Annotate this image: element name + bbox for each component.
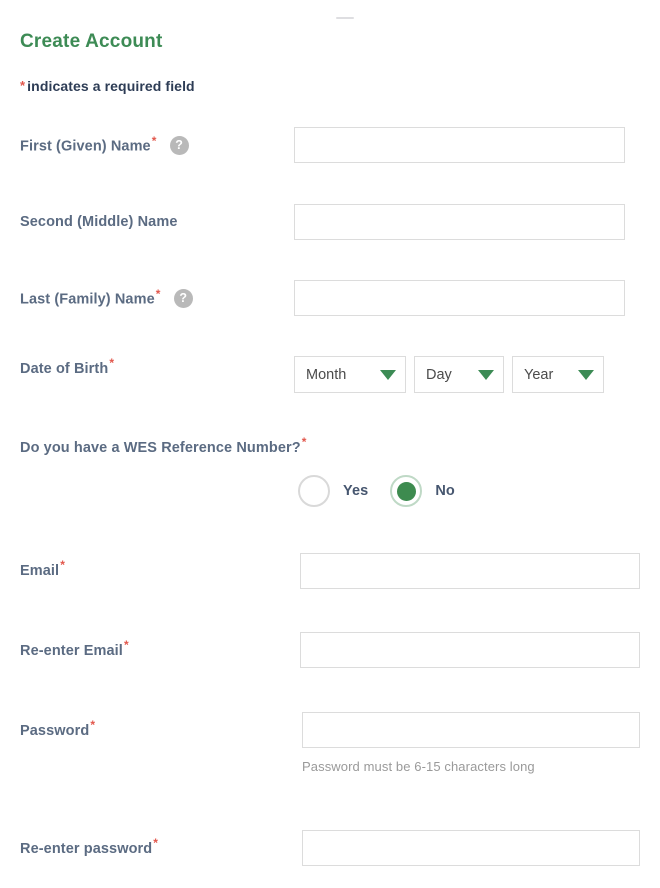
label-wes-reference: Do you have a WES Reference Number?* bbox=[20, 435, 307, 456]
dob-month-select[interactable]: Month bbox=[294, 356, 406, 393]
reenter-email-input[interactable] bbox=[300, 632, 640, 668]
dob-day-value: Day bbox=[426, 366, 452, 383]
wes-reference-radio-group: Yes No bbox=[298, 475, 477, 507]
required-asterisk: * bbox=[60, 558, 65, 573]
dob-day-select[interactable]: Day bbox=[414, 356, 504, 393]
label-reenter-password: Re-enter password* bbox=[20, 836, 159, 857]
required-asterisk: * bbox=[155, 286, 161, 301]
wes-reference-option-no[interactable]: No bbox=[390, 475, 477, 507]
required-asterisk: * bbox=[123, 638, 129, 653]
date-of-birth-selects: Month Day Year bbox=[294, 356, 604, 393]
label-reenter-email: Re-enter Email* bbox=[20, 638, 129, 659]
middle-name-input[interactable] bbox=[294, 204, 625, 240]
required-asterisk: * bbox=[301, 435, 307, 450]
required-asterisk: * bbox=[90, 718, 96, 733]
email-input[interactable] bbox=[300, 553, 640, 589]
wes-reference-option-yes[interactable]: Yes bbox=[298, 475, 390, 507]
first-name-input[interactable] bbox=[294, 127, 625, 163]
radio-yes-label: Yes bbox=[343, 483, 369, 499]
create-account-form: Create Account * indicates a required fie… bbox=[0, 0, 660, 888]
question-mark-icon[interactable]: ? bbox=[169, 136, 189, 155]
dob-year-value: Year bbox=[524, 366, 554, 383]
label-date-of-birth: Date of Birth* bbox=[20, 356, 115, 377]
question-mark-icon[interactable]: ? bbox=[173, 289, 193, 308]
required-asterisk: * bbox=[151, 133, 157, 148]
required-note-label: indicates a required field bbox=[27, 78, 195, 94]
required-asterisk: * bbox=[153, 836, 159, 851]
password-input[interactable] bbox=[302, 712, 640, 748]
chevron-down-icon bbox=[578, 369, 594, 380]
dob-year-select[interactable]: Year bbox=[512, 356, 604, 393]
radio-no[interactable] bbox=[390, 475, 423, 507]
dob-month-value: Month bbox=[306, 366, 347, 383]
label-first-name: First (Given) Name* ? bbox=[20, 133, 189, 156]
last-name-input[interactable] bbox=[294, 280, 625, 316]
chevron-down-icon bbox=[478, 369, 494, 380]
label-email: Email* bbox=[20, 558, 65, 579]
label-last-name: Last (Family) Name* ? bbox=[20, 286, 193, 309]
label-password: Password* bbox=[20, 718, 96, 739]
password-helper-text: Password must be 6-15 characters long bbox=[302, 759, 535, 774]
label-middle-name: Second (Middle) Name bbox=[20, 214, 178, 230]
required-asterisk: * bbox=[20, 78, 26, 93]
radio-yes[interactable] bbox=[298, 475, 330, 507]
stray-mark bbox=[336, 17, 354, 19]
radio-no-label: No bbox=[435, 483, 455, 499]
reenter-password-input[interactable] bbox=[302, 830, 640, 866]
required-asterisk: * bbox=[109, 356, 115, 371]
page-title: Create Account bbox=[20, 31, 163, 52]
chevron-down-icon bbox=[380, 369, 396, 380]
required-field-note: * indicates a required field bbox=[20, 78, 195, 94]
